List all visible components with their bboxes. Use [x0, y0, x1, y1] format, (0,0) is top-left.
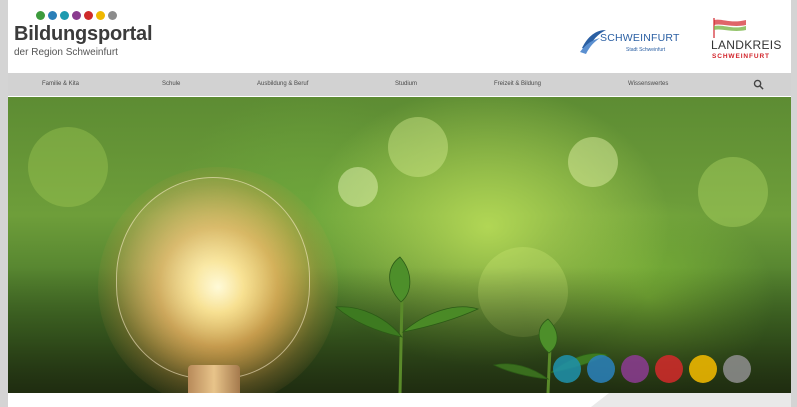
logo-dot — [96, 11, 105, 20]
nav-item-schule[interactable]: Schule — [162, 73, 180, 96]
landkreis-logo-tagline: SCHWEINFURT — [712, 53, 770, 60]
search-icon[interactable] — [753, 79, 764, 90]
nav-item-freizeit-bildung[interactable]: Freizeit & Bildung — [494, 73, 541, 96]
main-navigation: Familie & Kita Schule Ausbildung & Beruf… — [8, 73, 791, 96]
seedling-plants — [335, 256, 610, 393]
page: Bildungsportal der Region Schweinfurt SC… — [8, 0, 791, 407]
site-subtitle: der Region Schweinfurt — [14, 47, 118, 58]
schweinfurt-logo-text: SCHWEINFURT — [600, 32, 680, 44]
hero-color-dot — [553, 355, 581, 383]
nav-item-ausbildung-beruf[interactable]: Ausbildung & Beruf — [257, 73, 308, 96]
logo-dot — [60, 11, 69, 20]
landkreis-logo-text: LANDKREIS — [711, 38, 782, 52]
schweinfurt-logo-link[interactable]: SCHWEINFURT Stadt Schweinfurt — [578, 22, 698, 62]
hero-color-dot — [655, 355, 683, 383]
nav-item-studium[interactable]: Studium — [395, 73, 417, 96]
logo-dot — [48, 11, 57, 20]
hero-image — [8, 97, 791, 393]
hero-color-dot — [587, 355, 615, 383]
header: Bildungsportal der Region Schweinfurt SC… — [8, 0, 791, 72]
logo-dot — [84, 11, 93, 20]
site-title: Bildungsportal — [14, 23, 153, 45]
landkreis-logo-link[interactable]: LANDKREIS SCHWEINFURT — [704, 16, 791, 66]
landkreis-flag-icon — [713, 18, 746, 38]
schweinfurt-logo-tagline: Stadt Schweinfurt — [626, 47, 666, 53]
nav-item-familie-kita[interactable]: Familie & Kita — [42, 73, 79, 96]
decorative-tab — [591, 393, 791, 407]
logo-dot — [36, 11, 45, 20]
hero-color-dot — [689, 355, 717, 383]
logo-dot — [72, 11, 81, 20]
nav-item-wissenswertes[interactable]: Wissenswertes — [628, 73, 668, 96]
logo-dots — [36, 11, 117, 20]
hero-color-dot — [621, 355, 649, 383]
hero-color-dots — [553, 355, 751, 383]
hero-color-dot — [723, 355, 751, 383]
logo-dot — [108, 11, 117, 20]
